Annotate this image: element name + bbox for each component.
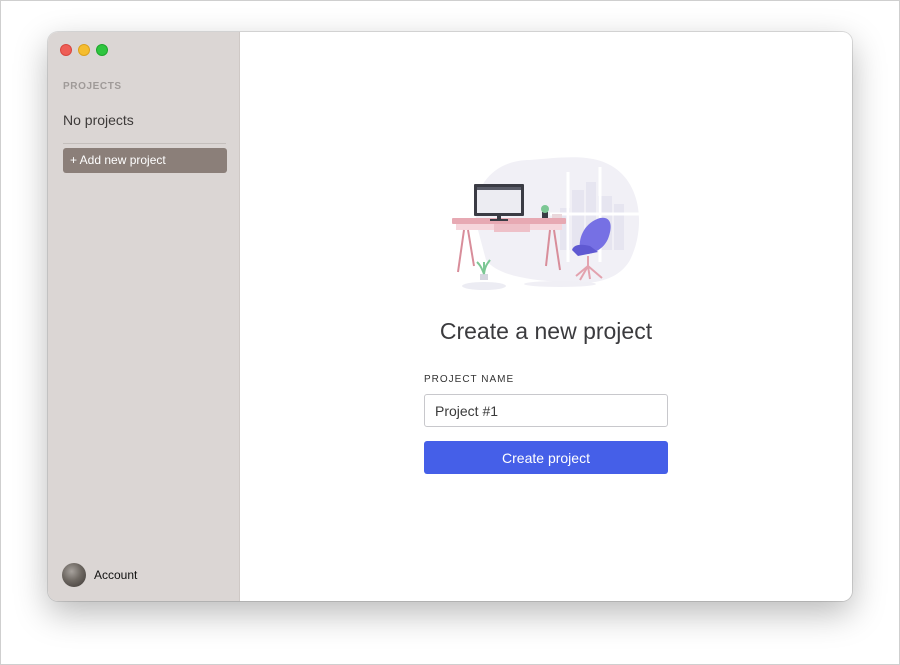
project-name-input[interactable] bbox=[424, 394, 668, 427]
create-project-button[interactable]: Create project bbox=[424, 441, 668, 474]
minimize-window-button[interactable] bbox=[78, 44, 90, 56]
add-new-project-button[interactable]: + Add new project bbox=[63, 148, 227, 173]
avatar bbox=[62, 563, 86, 587]
sidebar-divider bbox=[63, 143, 226, 144]
window-controls bbox=[60, 44, 108, 56]
close-window-button[interactable] bbox=[60, 44, 72, 56]
account-button[interactable]: Account bbox=[62, 563, 137, 587]
empty-projects-text: No projects bbox=[63, 112, 134, 128]
app-window: PROJECTS No projects + Add new project A… bbox=[48, 32, 852, 601]
account-label: Account bbox=[94, 568, 138, 582]
zoom-window-button[interactable] bbox=[96, 44, 108, 56]
desk-workspace-illustration-icon bbox=[450, 152, 645, 302]
projects-section-label: PROJECTS bbox=[63, 81, 122, 92]
sidebar: PROJECTS No projects + Add new project A… bbox=[48, 32, 240, 601]
main-content: Create a new project PROJECT NAME Create… bbox=[240, 32, 852, 601]
project-name-label: PROJECT NAME bbox=[424, 374, 515, 385]
page-title: Create a new project bbox=[439, 318, 653, 344]
